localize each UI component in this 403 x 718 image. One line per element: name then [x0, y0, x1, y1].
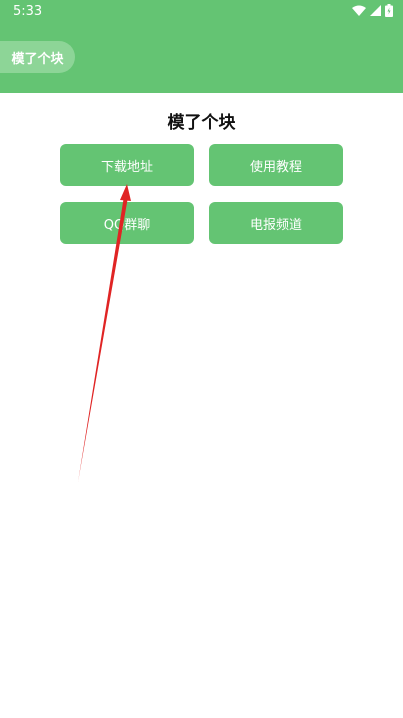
qq-group-button[interactable]: QQ群聊 — [60, 202, 194, 244]
status-bar: 5:33 — [0, 0, 403, 24]
app-header: 5:33 模了个块 — [0, 0, 403, 93]
annotation-arrow-head — [120, 184, 131, 201]
telegram-channel-button[interactable]: 电报频道 — [209, 202, 343, 244]
status-time: 5:33 — [13, 4, 43, 19]
signal-icon — [370, 5, 381, 16]
wifi-icon — [352, 5, 366, 16]
status-icons — [352, 4, 393, 17]
battery-icon — [385, 4, 393, 17]
page-title: 模了个块 — [167, 113, 236, 133]
tutorial-button[interactable]: 使用教程 — [209, 144, 343, 186]
app-name-chip[interactable]: 模了个块 — [0, 41, 75, 73]
download-link-button[interactable]: 下载地址 — [60, 144, 194, 186]
